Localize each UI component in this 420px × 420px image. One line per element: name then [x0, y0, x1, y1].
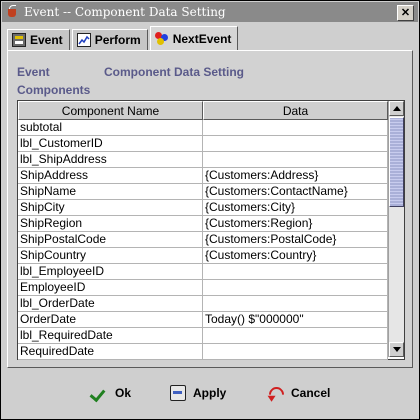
apply-button-label: Apply	[193, 386, 227, 400]
data-cell[interactable]: Today() $"000000"	[203, 312, 388, 328]
apply-icon	[169, 384, 187, 402]
ok-button-label: Ok	[115, 386, 132, 400]
button-bar: Ok Apply Cancel	[1, 371, 419, 419]
java-cup-icon	[6, 5, 20, 19]
component-name-cell[interactable]: ShipPostalCode	[18, 232, 203, 248]
table-row[interactable]: EmployeeID	[18, 280, 388, 296]
data-cell[interactable]	[203, 280, 388, 296]
table-row[interactable]: lbl_CustomerID	[18, 136, 388, 152]
table-row[interactable]: OrderDate Today() $"000000"	[18, 312, 388, 328]
table-row[interactable]: lbl_OrderDate	[18, 296, 388, 312]
event-icon	[12, 33, 26, 47]
tab-event[interactable]: Event	[7, 29, 70, 50]
table-row[interactable]: ShipCountry {Customers:Country}	[18, 248, 388, 264]
table-row[interactable]: ShipRegion {Customers:Region}	[18, 216, 388, 232]
table-header: Component Name Data	[18, 101, 388, 120]
table-row[interactable]: lbl_EmployeeID	[18, 264, 388, 280]
data-cell[interactable]: {Customers:Region}	[203, 216, 388, 232]
components-label: Components	[17, 83, 91, 97]
table-row[interactable]: ShipName {Customers:ContactName}	[18, 184, 388, 200]
components-table: Component Name Data subtotal lbl_Customer…	[17, 100, 405, 360]
scroll-down-button[interactable]	[389, 342, 404, 357]
next-event-icon	[154, 31, 169, 46]
scroll-thumb[interactable]	[389, 117, 404, 207]
component-name-cell[interactable]: subtotal	[18, 120, 203, 136]
table-row[interactable]: ShipCity {Customers:City}	[18, 200, 388, 216]
data-cell[interactable]	[203, 296, 388, 312]
tab-perform[interactable]: Perform	[71, 29, 148, 50]
tab-perform-label: Perform	[94, 33, 141, 47]
table-row[interactable]: lbl_ShipAddress	[18, 152, 388, 168]
component-name-cell[interactable]: ShipCity	[18, 200, 203, 216]
window-title: Event -- Component Data Setting	[24, 5, 226, 19]
table-row[interactable]: subtotal	[18, 120, 388, 136]
table-row[interactable]: lbl_RequiredDate	[18, 328, 388, 344]
data-cell[interactable]	[203, 120, 388, 136]
data-cell[interactable]: {Customers:City}	[203, 200, 388, 216]
ok-button[interactable]: Ok	[89, 381, 132, 405]
component-name-cell[interactable]: RequiredDate	[18, 344, 203, 360]
data-cell[interactable]	[203, 328, 388, 344]
cancel-button-label: Cancel	[291, 386, 331, 400]
table-row[interactable]: ShipPostalCode {Customers:PostalCode}	[18, 232, 388, 248]
apply-button[interactable]: Apply	[169, 381, 226, 405]
data-cell[interactable]: {Customers:ContactName}	[203, 184, 388, 200]
data-cell[interactable]	[203, 136, 388, 152]
component-name-cell[interactable]: lbl_CustomerID	[18, 136, 203, 152]
cancel-button[interactable]: Cancel	[265, 381, 331, 406]
data-cell[interactable]	[203, 264, 388, 280]
checkmark-icon	[89, 384, 109, 403]
component-name-cell[interactable]: lbl_EmployeeID	[18, 264, 203, 280]
component-name-cell[interactable]: lbl_ShipAddress	[18, 152, 203, 168]
component-name-cell[interactable]: lbl_OrderDate	[18, 296, 203, 312]
tab-next-event[interactable]: NextEvent	[149, 26, 239, 50]
component-name-cell[interactable]: OrderDate	[18, 312, 203, 328]
component-name-cell[interactable]: ShipCountry	[18, 248, 203, 264]
tab-panel: Event Component Data Setting Components …	[7, 50, 413, 368]
component-name-cell[interactable]: ShipAddress	[18, 168, 203, 184]
close-button[interactable]: ✕	[397, 5, 414, 21]
arrow-up-icon	[392, 106, 401, 111]
title-bar[interactable]: Event -- Component Data Setting ✕	[2, 2, 418, 22]
tab-bar: Event Perform NextEvent	[7, 26, 240, 50]
component-name-cell[interactable]: lbl_RequiredDate	[18, 328, 203, 344]
table-row[interactable]: ShipAddress {Customers:Address}	[18, 168, 388, 184]
column-header-component-name[interactable]: Component Name	[18, 101, 203, 120]
component-name-cell[interactable]: ShipName	[18, 184, 203, 200]
tab-event-label: Event	[30, 33, 63, 47]
event-label: Event	[17, 65, 50, 79]
component-name-cell[interactable]: ShipRegion	[18, 216, 203, 232]
table-body: subtotal lbl_CustomerID lbl_ShipAddress Shi…	[18, 120, 388, 360]
data-cell[interactable]: {Customers:Address}	[203, 168, 388, 184]
data-cell[interactable]	[203, 152, 388, 168]
arrow-down-icon	[392, 347, 401, 352]
perform-icon	[76, 33, 91, 47]
data-cell[interactable]: {Customers:PostalCode}	[203, 232, 388, 248]
data-cell[interactable]	[203, 344, 388, 360]
vertical-scrollbar[interactable]	[388, 101, 404, 357]
column-header-data[interactable]: Data	[203, 101, 388, 120]
dialog-window: Event -- Component Data Setting ✕ Event …	[0, 0, 420, 420]
close-icon: ✕	[400, 6, 411, 19]
component-data-setting-label: Component Data Setting	[104, 65, 244, 79]
scroll-up-button[interactable]	[389, 101, 404, 116]
component-name-cell[interactable]: EmployeeID	[18, 280, 203, 296]
tab-next-event-label: NextEvent	[172, 31, 232, 46]
table-row[interactable]: RequiredDate	[18, 344, 388, 360]
data-cell[interactable]: {Customers:Country}	[203, 248, 388, 264]
undo-arrow-icon	[265, 383, 288, 406]
